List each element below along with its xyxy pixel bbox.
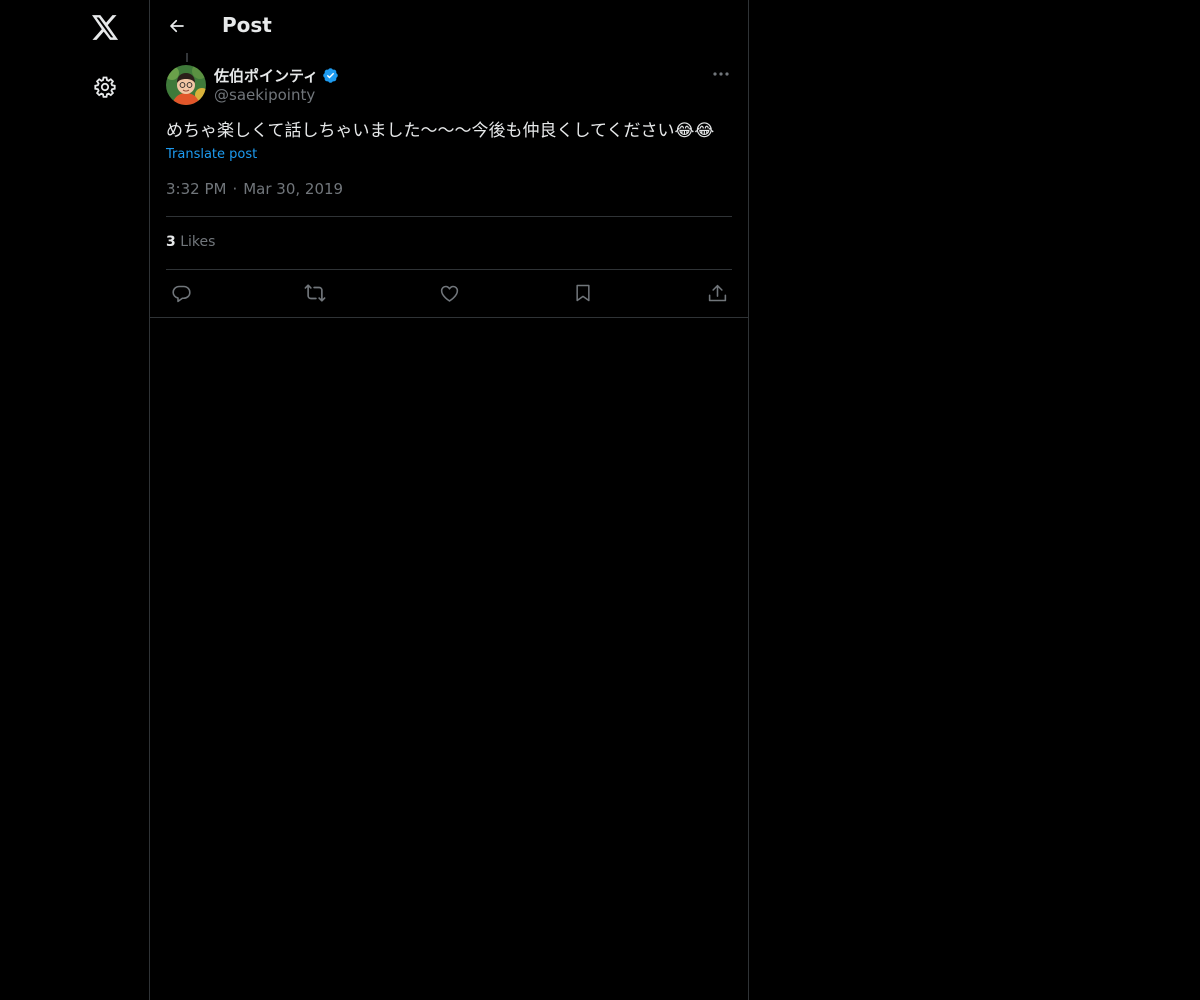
back-button[interactable] <box>160 9 194 43</box>
left-nav <box>0 0 150 1000</box>
reply-button[interactable] <box>166 281 196 305</box>
tweet-text: めちゃ楽しくて話しちゃいました〜〜〜今後も仲良くしてください😂😂 <box>166 121 715 141</box>
verified-badge-icon <box>323 67 338 83</box>
bookmark-icon <box>576 284 590 302</box>
likes-label: Likes <box>180 234 216 250</box>
like-button[interactable] <box>434 281 464 305</box>
display-name[interactable]: 佐伯ポインティ <box>214 65 318 86</box>
tweet-date[interactable]: Mar 30, 2019 <box>243 180 343 198</box>
timestamp-separator: · <box>232 180 238 198</box>
bookmark-button[interactable] <box>568 281 598 305</box>
more-horizontal-icon <box>713 72 729 76</box>
main-column: Post 佐伯ポインティ @saekipointy めちゃ楽しくて話しちゃいまし… <box>149 0 749 1000</box>
retweet-button[interactable] <box>300 281 330 305</box>
author-names: 佐伯ポインティ @saekipointy <box>214 65 339 104</box>
page: Post 佐伯ポインティ @saekipointy めちゃ楽しくて話しちゃいまし… <box>0 0 1200 1000</box>
tweet-action-bar <box>166 281 732 305</box>
gear-icon <box>94 76 116 98</box>
page-title: Post <box>222 13 272 37</box>
tweet-bottom-border <box>150 317 748 318</box>
retweet-icon <box>304 284 326 302</box>
page-header: Post <box>150 0 748 53</box>
reply-icon <box>171 285 191 302</box>
divider <box>166 216 732 217</box>
more-options-button[interactable] <box>710 64 732 84</box>
tweet-time[interactable]: 3:32 PM <box>166 180 226 198</box>
share-button[interactable] <box>702 281 732 305</box>
tweet-timestamp: 3:32 PM · Mar 30, 2019 <box>166 180 343 198</box>
divider <box>166 269 732 270</box>
settings-button[interactable] <box>84 66 126 108</box>
share-icon <box>708 284 726 301</box>
avatar[interactable] <box>166 65 206 105</box>
thread-connector-line <box>186 53 188 62</box>
x-logo-icon[interactable] <box>84 6 126 48</box>
author-handle[interactable]: @saekipointy <box>214 86 339 104</box>
likes-stat[interactable]: 3 Likes <box>166 234 215 250</box>
likes-count: 3 <box>166 234 176 250</box>
translate-post-link[interactable]: Translate post <box>166 147 257 162</box>
heart-icon <box>440 285 458 302</box>
display-name-row: 佐伯ポインティ <box>214 65 339 85</box>
tweet-author: 佐伯ポインティ @saekipointy <box>166 65 732 107</box>
arrow-left-icon <box>170 19 184 33</box>
